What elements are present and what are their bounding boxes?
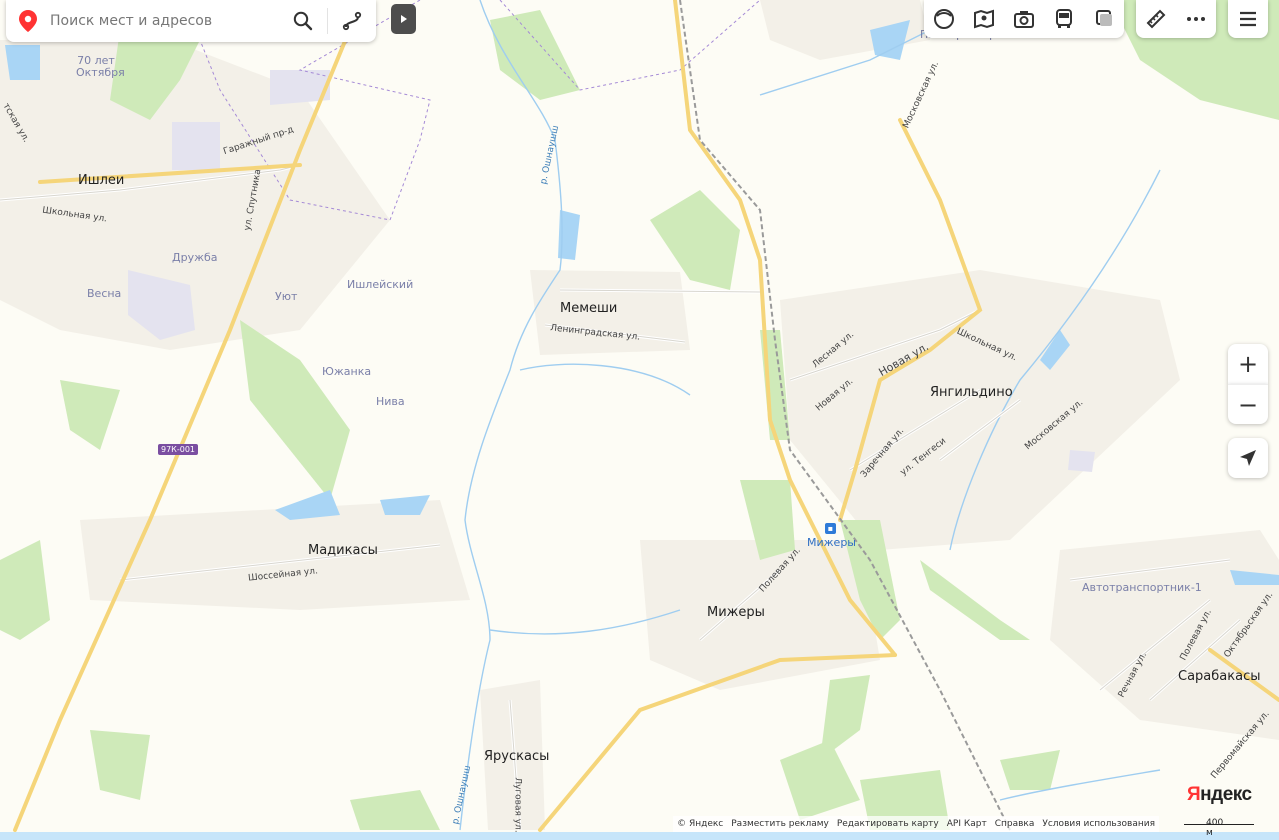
ads-link[interactable]: Разместить рекламу bbox=[731, 819, 829, 829]
api-link[interactable]: API Карт bbox=[947, 819, 987, 829]
photos-button[interactable] bbox=[1004, 0, 1044, 38]
place-sarabakasy[interactable]: Сарабакасы bbox=[1178, 669, 1260, 684]
layers-button[interactable] bbox=[924, 0, 964, 38]
district-yuzhanka: Южанка bbox=[322, 365, 372, 378]
geolocation-button[interactable] bbox=[1228, 438, 1268, 478]
copyright-text: © Яндекс bbox=[677, 819, 724, 829]
district-druzhba: Дружба bbox=[172, 251, 218, 264]
play-icon bbox=[400, 15, 407, 23]
ruler-button[interactable] bbox=[1136, 0, 1176, 38]
place-ishlei[interactable]: Ишлеи bbox=[78, 173, 124, 188]
map-canvas[interactable]: 70 лет Октября Ишлеи Гаражный пр-д Школь… bbox=[0, 0, 1279, 840]
terms-link[interactable]: Условия использования bbox=[1042, 819, 1155, 829]
district-ishleisky: Ишлейский bbox=[347, 278, 414, 291]
place-yangildino[interactable]: Янгильдино bbox=[930, 385, 1013, 400]
place-yaruskasy[interactable]: Ярускасы bbox=[484, 749, 549, 764]
menu-toolbar bbox=[1228, 0, 1268, 38]
place-memeshi[interactable]: Мемеши bbox=[560, 301, 617, 316]
search-icon bbox=[293, 11, 313, 31]
zoom-in-label: + bbox=[1237, 350, 1259, 378]
route-button[interactable] bbox=[328, 0, 376, 42]
menu-icon bbox=[1240, 11, 1256, 27]
search-panel bbox=[6, 0, 376, 42]
district-vesna: Весна bbox=[87, 287, 122, 300]
transport-button[interactable] bbox=[1044, 0, 1084, 38]
train-station-icon[interactable]: ▪ bbox=[825, 523, 836, 534]
more-button[interactable] bbox=[1176, 0, 1216, 38]
zoom-in-button[interactable]: + bbox=[1228, 344, 1268, 384]
more-icon bbox=[1187, 17, 1205, 21]
route-icon bbox=[342, 11, 362, 31]
district-avtotransportnik: Автотранспортник-1 bbox=[1082, 581, 1202, 594]
zoom-out-button[interactable]: − bbox=[1228, 384, 1268, 424]
map-graphics bbox=[0, 0, 1279, 840]
map-pin-icon bbox=[6, 0, 50, 42]
place-mizhery[interactable]: Мижеры bbox=[707, 605, 765, 620]
help-link[interactable]: Справка bbox=[995, 819, 1035, 829]
district-70-let-oktyabrya: 70 лет Октября bbox=[76, 54, 125, 79]
layer-icon bbox=[1096, 10, 1112, 26]
camera-icon bbox=[1014, 11, 1034, 28]
district-uyut: Уют bbox=[275, 290, 298, 303]
layers-toolbar bbox=[924, 0, 1124, 38]
yandex-logo[interactable]: Яндекс bbox=[1187, 784, 1252, 806]
layers-icon bbox=[934, 9, 954, 29]
bus-icon bbox=[1056, 9, 1072, 28]
ruler-icon bbox=[1146, 9, 1166, 29]
logo-letter: Я bbox=[1187, 784, 1201, 805]
zoom-out-label: − bbox=[1237, 390, 1259, 419]
street-lugovaya: Луговая ул. bbox=[512, 777, 523, 833]
scale-label: 400 м bbox=[1206, 818, 1224, 838]
search-button[interactable] bbox=[279, 0, 327, 42]
search-input[interactable] bbox=[50, 2, 279, 40]
logo-rest: ндекс bbox=[1200, 784, 1252, 805]
panorama-icon bbox=[974, 9, 994, 29]
edit-map-link[interactable]: Редактировать карту bbox=[837, 819, 939, 829]
tools-toolbar bbox=[1136, 0, 1216, 38]
collapse-panel-button[interactable] bbox=[391, 4, 416, 34]
place-madikasy[interactable]: Мадикасы bbox=[308, 543, 378, 558]
location-arrow-icon bbox=[1240, 450, 1256, 466]
road-shield: 97К-001 bbox=[158, 444, 199, 455]
map-layer-button[interactable] bbox=[1084, 0, 1124, 38]
menu-button[interactable] bbox=[1228, 0, 1268, 38]
station-mizhery[interactable]: Мижеры bbox=[807, 536, 856, 549]
footer-links: © Яндекс Разместить рекламу Редактироват… bbox=[673, 816, 1159, 832]
panorama-button[interactable] bbox=[964, 0, 1004, 38]
district-niva: Нива bbox=[376, 395, 405, 408]
